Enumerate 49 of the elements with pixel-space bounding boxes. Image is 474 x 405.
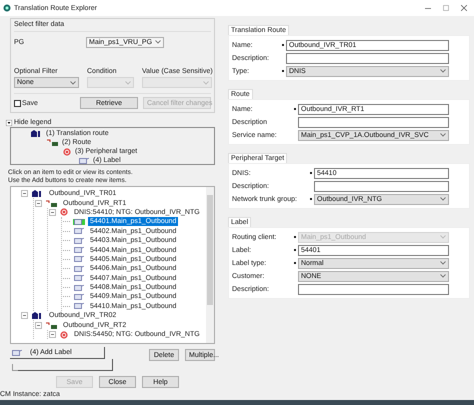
route-icon <box>46 322 57 329</box>
checkbox[interactable] <box>14 100 21 106</box>
building-icon <box>31 130 42 137</box>
target-icon <box>63 148 71 156</box>
route-icon <box>47 139 58 146</box>
chevron-icon <box>125 80 131 84</box>
collapse-icon[interactable] <box>35 322 42 329</box>
chevron-icon <box>203 80 209 84</box>
collapse-icon[interactable] <box>35 200 42 207</box>
label-icon <box>74 218 84 225</box>
input-field[interactable] <box>298 284 449 294</box>
target-icon <box>60 208 68 216</box>
close-icon[interactable] <box>461 5 467 11</box>
building-icon <box>32 190 43 198</box>
chevron-icon <box>440 235 446 239</box>
chevron-icon <box>440 261 446 265</box>
collapse-icon[interactable] <box>49 208 56 216</box>
maximize-icon[interactable] <box>443 5 449 11</box>
collapse-icon[interactable] <box>49 331 56 338</box>
label-icon <box>74 247 84 254</box>
label-icon <box>74 303 84 310</box>
input-field[interactable] <box>298 116 449 128</box>
collapse-icon[interactable] <box>21 312 28 320</box>
chevron-icon <box>440 274 446 278</box>
label-icon <box>74 284 84 291</box>
label-icon <box>74 228 84 234</box>
label-icon <box>74 238 84 244</box>
label-icon <box>74 294 84 300</box>
dropdown-arrow-icon[interactable] <box>6 120 12 126</box>
blank-button[interactable] <box>18 359 113 371</box>
input-field[interactable] <box>314 180 449 192</box>
label-icon <box>74 275 84 282</box>
chevron-icon <box>155 40 161 44</box>
chevron-icon <box>440 133 446 137</box>
chevron-icon <box>70 80 76 84</box>
target-icon <box>60 330 68 339</box>
label-icon <box>74 256 84 262</box>
chevron-icon <box>440 197 446 201</box>
scrollbar[interactable] <box>206 187 214 343</box>
label-icon <box>74 266 84 272</box>
minimize-icon[interactable] <box>425 5 431 11</box>
label-icon <box>79 158 89 164</box>
chevron-icon <box>440 69 446 73</box>
label-icon <box>12 350 22 356</box>
app-icon <box>3 4 11 12</box>
collapse-icon[interactable] <box>21 190 28 198</box>
route-icon <box>46 200 57 207</box>
input-field[interactable] <box>286 52 449 64</box>
building-icon <box>32 312 43 320</box>
